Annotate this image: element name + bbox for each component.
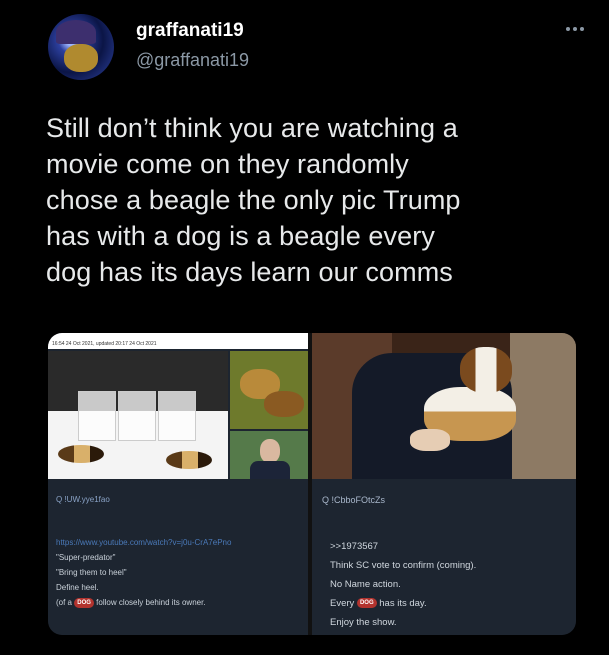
dog-badge: DOG bbox=[74, 597, 94, 608]
tweet-header: graffanati19 @graffanati19 bbox=[48, 14, 588, 84]
portrait-head bbox=[260, 439, 280, 463]
beagle-figure bbox=[58, 445, 104, 463]
news-header-strip: 16:54 24 Oct 2021, updated 20:17 24 Oct … bbox=[48, 333, 308, 349]
post-line: (of a DOG follow closely behind its owne… bbox=[56, 595, 304, 610]
beagle-head bbox=[460, 347, 512, 393]
tweet-line: dog has its days learn our comms bbox=[46, 257, 453, 287]
q-post-body: https://www.youtube.com/watch?v=j0u-CrA7… bbox=[56, 535, 304, 610]
photo-window bbox=[510, 333, 576, 479]
portrait-suit bbox=[250, 461, 290, 479]
post-line: Enjoy the show. bbox=[330, 617, 397, 628]
q-post-label: Q !UW.yye1fao bbox=[56, 495, 110, 504]
news-timestamp: 16:54 24 Oct 2021, updated 20:17 24 Oct … bbox=[52, 341, 157, 347]
dogs-photo bbox=[230, 351, 308, 429]
q-post-label: Q !CbboFOtcZs bbox=[322, 495, 386, 505]
lab-beagles-photo bbox=[48, 351, 228, 479]
more-options-icon[interactable] bbox=[566, 18, 588, 31]
post-line: Every DOG has its day. bbox=[330, 594, 560, 613]
hand-figure bbox=[410, 429, 450, 451]
post-fragment: (of a bbox=[56, 598, 73, 607]
post-fragment: follow closely behind its owner. bbox=[96, 598, 206, 607]
q-post-body: >>1973567 Think SC vote to confirm (comi… bbox=[330, 537, 560, 632]
dog-figure bbox=[264, 391, 304, 417]
post-fragment: Every bbox=[330, 598, 355, 609]
man-portrait-photo bbox=[230, 431, 308, 479]
beagle-figure bbox=[166, 451, 212, 469]
avatar[interactable] bbox=[48, 14, 114, 80]
cage-icon bbox=[118, 391, 156, 441]
cage-icon bbox=[78, 391, 116, 441]
tweet-line: movie come on they randomly bbox=[46, 149, 409, 179]
tweet-text: Still don’t think you are watching a mov… bbox=[46, 110, 586, 290]
post-line: "Super-predator" bbox=[56, 553, 116, 562]
display-name[interactable]: graffanati19 bbox=[136, 20, 244, 42]
tweet-line: Still don’t think you are watching a bbox=[46, 113, 458, 143]
youtube-link: https://www.youtube.com/watch?v=j0u-CrA7… bbox=[56, 538, 232, 547]
avatar-face-icon bbox=[64, 44, 98, 72]
post-line: "Bring them to heel" bbox=[56, 568, 127, 577]
dog-badge: DOG bbox=[356, 598, 377, 609]
post-line: Define heel. bbox=[56, 583, 99, 592]
trump-beagle-photo bbox=[312, 333, 576, 479]
post-line: Think SC vote to confirm (coming). bbox=[330, 560, 477, 571]
right-screenshot-panel: Q !CbboFOtcZs >>1973567 Think SC vote to… bbox=[312, 333, 576, 635]
user-handle[interactable]: @graffanati19 bbox=[136, 50, 249, 71]
left-screenshot-panel: 16:54 24 Oct 2021, updated 20:17 24 Oct … bbox=[48, 333, 308, 635]
tweet-media[interactable]: 16:54 24 Oct 2021, updated 20:17 24 Oct … bbox=[48, 333, 576, 635]
post-line: No Name action. bbox=[330, 579, 401, 590]
post-line: >>1973567 bbox=[330, 541, 379, 552]
avatar-hat-icon bbox=[56, 20, 96, 44]
cage-icon bbox=[158, 391, 196, 441]
post-fragment: has its day. bbox=[379, 598, 427, 609]
tweet-line: chose a beagle the only pic Trump bbox=[46, 185, 461, 215]
tweet-line: has with a dog is a beagle every bbox=[46, 221, 435, 251]
